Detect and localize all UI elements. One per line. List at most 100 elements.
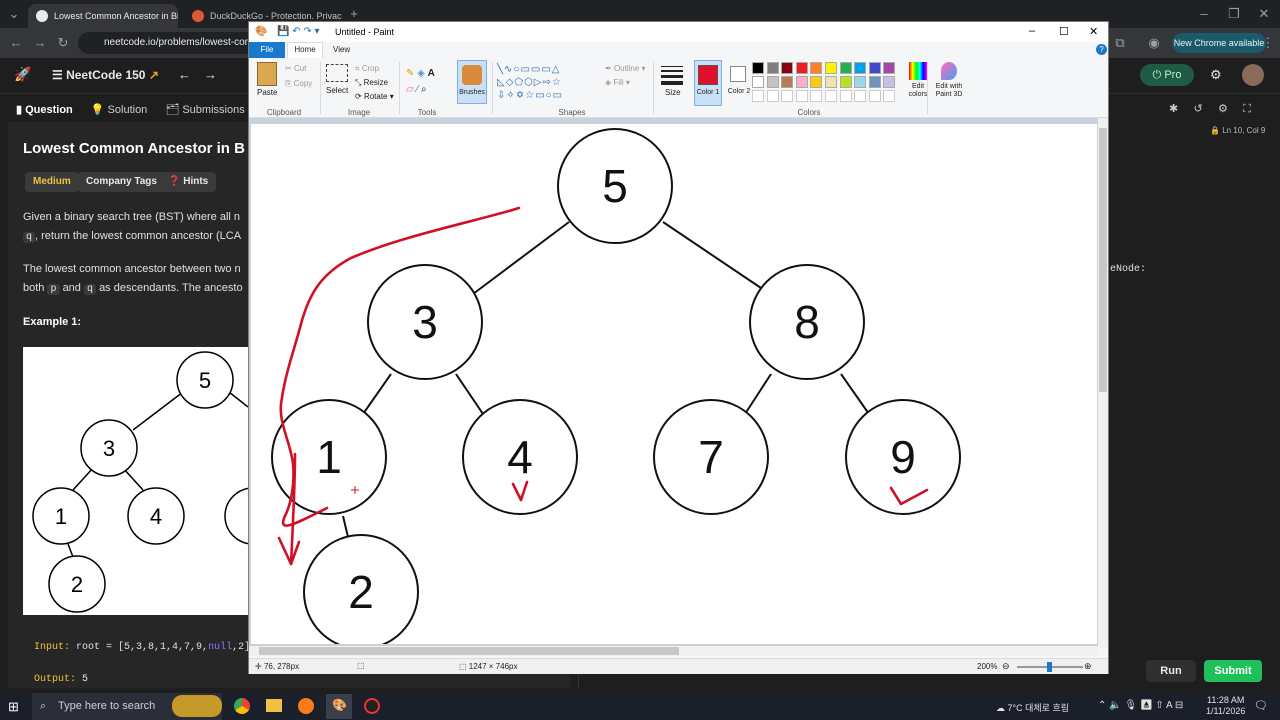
editor-settings-icon[interactable]: ⚙ (1218, 103, 1228, 115)
palette-color-swatch[interactable] (883, 62, 896, 74)
palette-custom-swatch[interactable] (795, 90, 808, 102)
notifications-icon[interactable]: 🗨 (1254, 699, 1268, 712)
submit-button[interactable]: Submit (1204, 660, 1262, 682)
avatar[interactable] (1242, 64, 1264, 86)
back-icon[interactable]: ← (8, 35, 24, 51)
size-button[interactable]: Size (665, 88, 681, 97)
palette-color-swatch[interactable] (825, 76, 837, 88)
prev-problem-icon[interactable]: ← (178, 67, 191, 82)
select-icon[interactable] (326, 64, 348, 82)
tab-solution[interactable]: 💡 Solution (91, 103, 148, 116)
edit-with-paint3d-button[interactable]: Edit with Paint 3D (929, 62, 969, 106)
browser-tab-neetcode[interactable]: Lowest Common Ancestor in Bi ✕ (28, 4, 178, 28)
clock[interactable]: 11:28 AM 1/11/2026 (1206, 695, 1245, 717)
palette-color-swatch[interactable] (868, 76, 881, 88)
tab-question[interactable]: ▮ Question (16, 103, 73, 116)
color-picker-icon[interactable]: ⁄ (416, 84, 418, 95)
close-window-icon[interactable]: ✕ (1256, 6, 1272, 22)
outline-dropdown[interactable]: ✒ Outline ▾ (605, 64, 646, 73)
pro-button[interactable]: ⏻ Pro (1140, 64, 1194, 86)
paste-icon[interactable] (257, 62, 277, 86)
palette-color-swatch[interactable] (810, 62, 823, 74)
palette-color-swatch[interactable] (795, 76, 808, 88)
run-button[interactable]: Run (1146, 660, 1196, 682)
vertical-scrollbar[interactable] (1098, 118, 1108, 648)
paint-taskbar-icon[interactable]: 🎨 (326, 694, 352, 719)
size-icon[interactable] (661, 66, 683, 85)
palette-custom-swatch[interactable] (839, 90, 852, 102)
vertical-scroll-thumb[interactable] (1099, 128, 1107, 392)
color1-button[interactable]: Color 1 (694, 60, 722, 106)
new-chrome-available-button[interactable]: New Chrome available (1172, 33, 1266, 53)
zoom-out-icon[interactable]: ⊖ (1002, 661, 1010, 672)
debug-icon[interactable]: ✱ (1169, 103, 1178, 115)
weather-widget[interactable]: ☁ 7°C 대체로 흐림 (996, 701, 1069, 714)
difficulty-badge[interactable]: Medium (25, 172, 79, 192)
palette-custom-swatch[interactable] (868, 90, 881, 102)
paint-close-icon[interactable]: ✕ (1089, 25, 1098, 38)
paint-file-menu[interactable]: File (249, 42, 285, 58)
palette-custom-swatch[interactable] (810, 90, 823, 102)
settings-gear-icon[interactable]: ⚙ (1210, 67, 1222, 83)
crop-button[interactable]: ⌗ Crop (355, 64, 379, 74)
rocket-logo-icon[interactable]: 🚀 (14, 66, 31, 84)
paint-view-tab[interactable]: View (333, 42, 350, 58)
palette-color-swatch[interactable] (781, 76, 794, 88)
cut-button[interactable]: ✂ Cut (285, 64, 306, 73)
palette-color-swatch[interactable] (810, 76, 823, 88)
zoom-in-icon[interactable]: ⊕ (1084, 661, 1092, 672)
shapes-gallery[interactable]: ╲∿○▭▭▭△ ◺◇⬠⬡▷⇨☆ ⇩✧✡☆▭○▭ (497, 63, 593, 103)
text-tool-icon[interactable]: A (428, 68, 435, 79)
select-button[interactable]: Select (326, 86, 348, 95)
eraser-icon[interactable]: ▱ (406, 84, 414, 95)
system-tray-icons[interactable]: ⌃ 🔈 🎙 ⏏ ⇧ A ⊟ (1098, 700, 1183, 711)
palette-color-swatch[interactable] (752, 76, 764, 88)
drawing-canvas[interactable]: 5 3 8 1 4 7 9 2 (251, 124, 1097, 644)
magnifier-icon[interactable]: ⌕ (421, 84, 427, 95)
palette-color-swatch[interactable] (883, 76, 896, 88)
brushes-button[interactable]: Brushes (457, 60, 487, 104)
fullscreen-icon[interactable]: ⛶ (1243, 103, 1251, 115)
profile-icon[interactable]: ◉ (1146, 35, 1162, 51)
zoom-slider[interactable] (1017, 662, 1083, 672)
new-tab-icon[interactable]: + (346, 6, 362, 22)
palette-custom-swatch[interactable] (883, 90, 896, 102)
zoom-slider-thumb[interactable] (1047, 662, 1052, 672)
copy-button[interactable]: ⎘ Copy (285, 79, 312, 89)
palette-color-swatch[interactable] (752, 62, 764, 74)
next-problem-icon[interactable]: → (204, 67, 217, 82)
paste-button[interactable]: Paste (257, 88, 277, 97)
forward-icon[interactable]: → (32, 35, 48, 51)
minimize-icon[interactable]: – (1196, 6, 1212, 22)
help-icon[interactable]: ? (1096, 44, 1107, 55)
horizontal-scroll-thumb[interactable] (259, 647, 679, 655)
palette-custom-swatch[interactable] (766, 90, 779, 102)
palette-custom-swatch[interactable] (781, 90, 794, 102)
palette-color-swatch[interactable] (795, 62, 808, 74)
restore-icon[interactable]: ❐ (1226, 6, 1242, 22)
windows-start-icon[interactable]: ⊞ (8, 699, 19, 715)
resize-button[interactable]: ⤡ Resize (355, 78, 388, 88)
palette-color-swatch[interactable] (854, 76, 867, 88)
company-tags-badge[interactable]: Company Tags (78, 172, 165, 192)
palette-color-swatch[interactable] (781, 62, 794, 74)
palette-color-swatch[interactable] (825, 62, 837, 74)
file-explorer-icon[interactable] (266, 699, 282, 712)
paint-minimize-icon[interactable]: – (1029, 25, 1035, 37)
fill-bucket-icon[interactable]: ◈ (417, 68, 425, 79)
palette-custom-swatch[interactable] (825, 90, 837, 102)
problem-list-title[interactable]: ☰ NeetCode 150 ↗ (52, 68, 159, 82)
reset-icon[interactable]: ↺ (1194, 103, 1203, 115)
quick-access-icons[interactable]: 💾 ↶ ↷ ▾ (277, 26, 320, 37)
color2-button[interactable]: Color 2 (725, 60, 753, 106)
code-snippet[interactable]: eNode: (1110, 264, 1146, 275)
palette-color-swatch[interactable] (766, 62, 779, 74)
palette-color-swatch[interactable] (868, 62, 881, 74)
hints-badge[interactable]: ❓ Hints (160, 172, 217, 192)
extensions-icon[interactable]: ⧉ (1112, 35, 1128, 51)
paint-maximize-icon[interactable]: ☐ (1059, 25, 1069, 38)
pencil-icon[interactable]: ✎ (406, 68, 414, 79)
palette-custom-swatch[interactable] (752, 90, 764, 102)
tab-search-icon[interactable]: ⌄ (6, 6, 22, 22)
palette-color-swatch[interactable] (839, 62, 852, 74)
